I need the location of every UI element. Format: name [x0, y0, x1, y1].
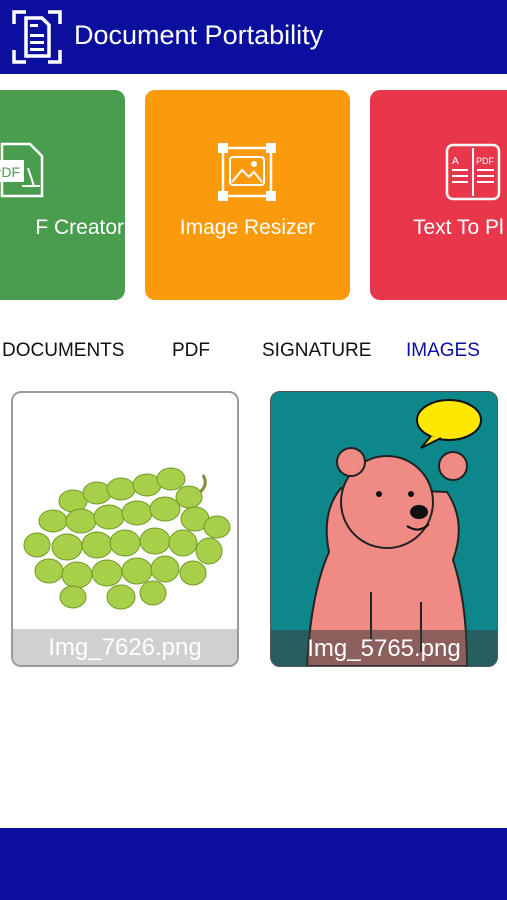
- feature-carousel[interactable]: PDF F Creator Image Resizer A PDF Text T…: [0, 90, 507, 302]
- bottom-navigation-bar: [0, 828, 507, 900]
- card-pdf-creator[interactable]: PDF F Creator: [0, 90, 125, 300]
- image-resize-icon: [218, 143, 276, 201]
- card-label: F Creator: [35, 216, 124, 239]
- tab-images[interactable]: IMAGES: [406, 340, 480, 362]
- image-filename: Img_5765.png: [271, 630, 497, 666]
- svg-text:PDF: PDF: [476, 156, 495, 166]
- app-title: Document Portability: [74, 20, 324, 50]
- svg-text:A: A: [452, 156, 459, 167]
- card-image-resizer[interactable]: Image Resizer: [145, 90, 350, 300]
- tab-signature[interactable]: SIGNATURE: [262, 340, 371, 362]
- category-tabs: DOCUMENTS PDF SIGNATURE IMAGES: [0, 330, 507, 370]
- image-tile[interactable]: Img_7626.png: [11, 391, 239, 667]
- tab-pdf[interactable]: PDF: [172, 340, 210, 362]
- tab-documents[interactable]: DOCUMENTS: [2, 340, 124, 362]
- card-label: Image Resizer: [179, 216, 316, 239]
- card-label: Text To Pl: [413, 216, 504, 239]
- svg-text:PDF: PDF: [0, 164, 20, 180]
- grapes-thumbnail: [23, 467, 231, 610]
- image-filename: Img_7626.png: [13, 629, 237, 665]
- document-scan-icon: [12, 10, 62, 64]
- text-to-pdf-book-icon: A PDF: [445, 143, 501, 201]
- image-tile[interactable]: Img_5765.png: [270, 391, 498, 667]
- card-text-to-pdf[interactable]: A PDF Text To Pl: [370, 90, 507, 300]
- pdf-file-icon: PDF: [0, 142, 44, 198]
- app-header: Document Portability: [0, 0, 507, 74]
- bear-cartoon-thumbnail: [305, 399, 482, 666]
